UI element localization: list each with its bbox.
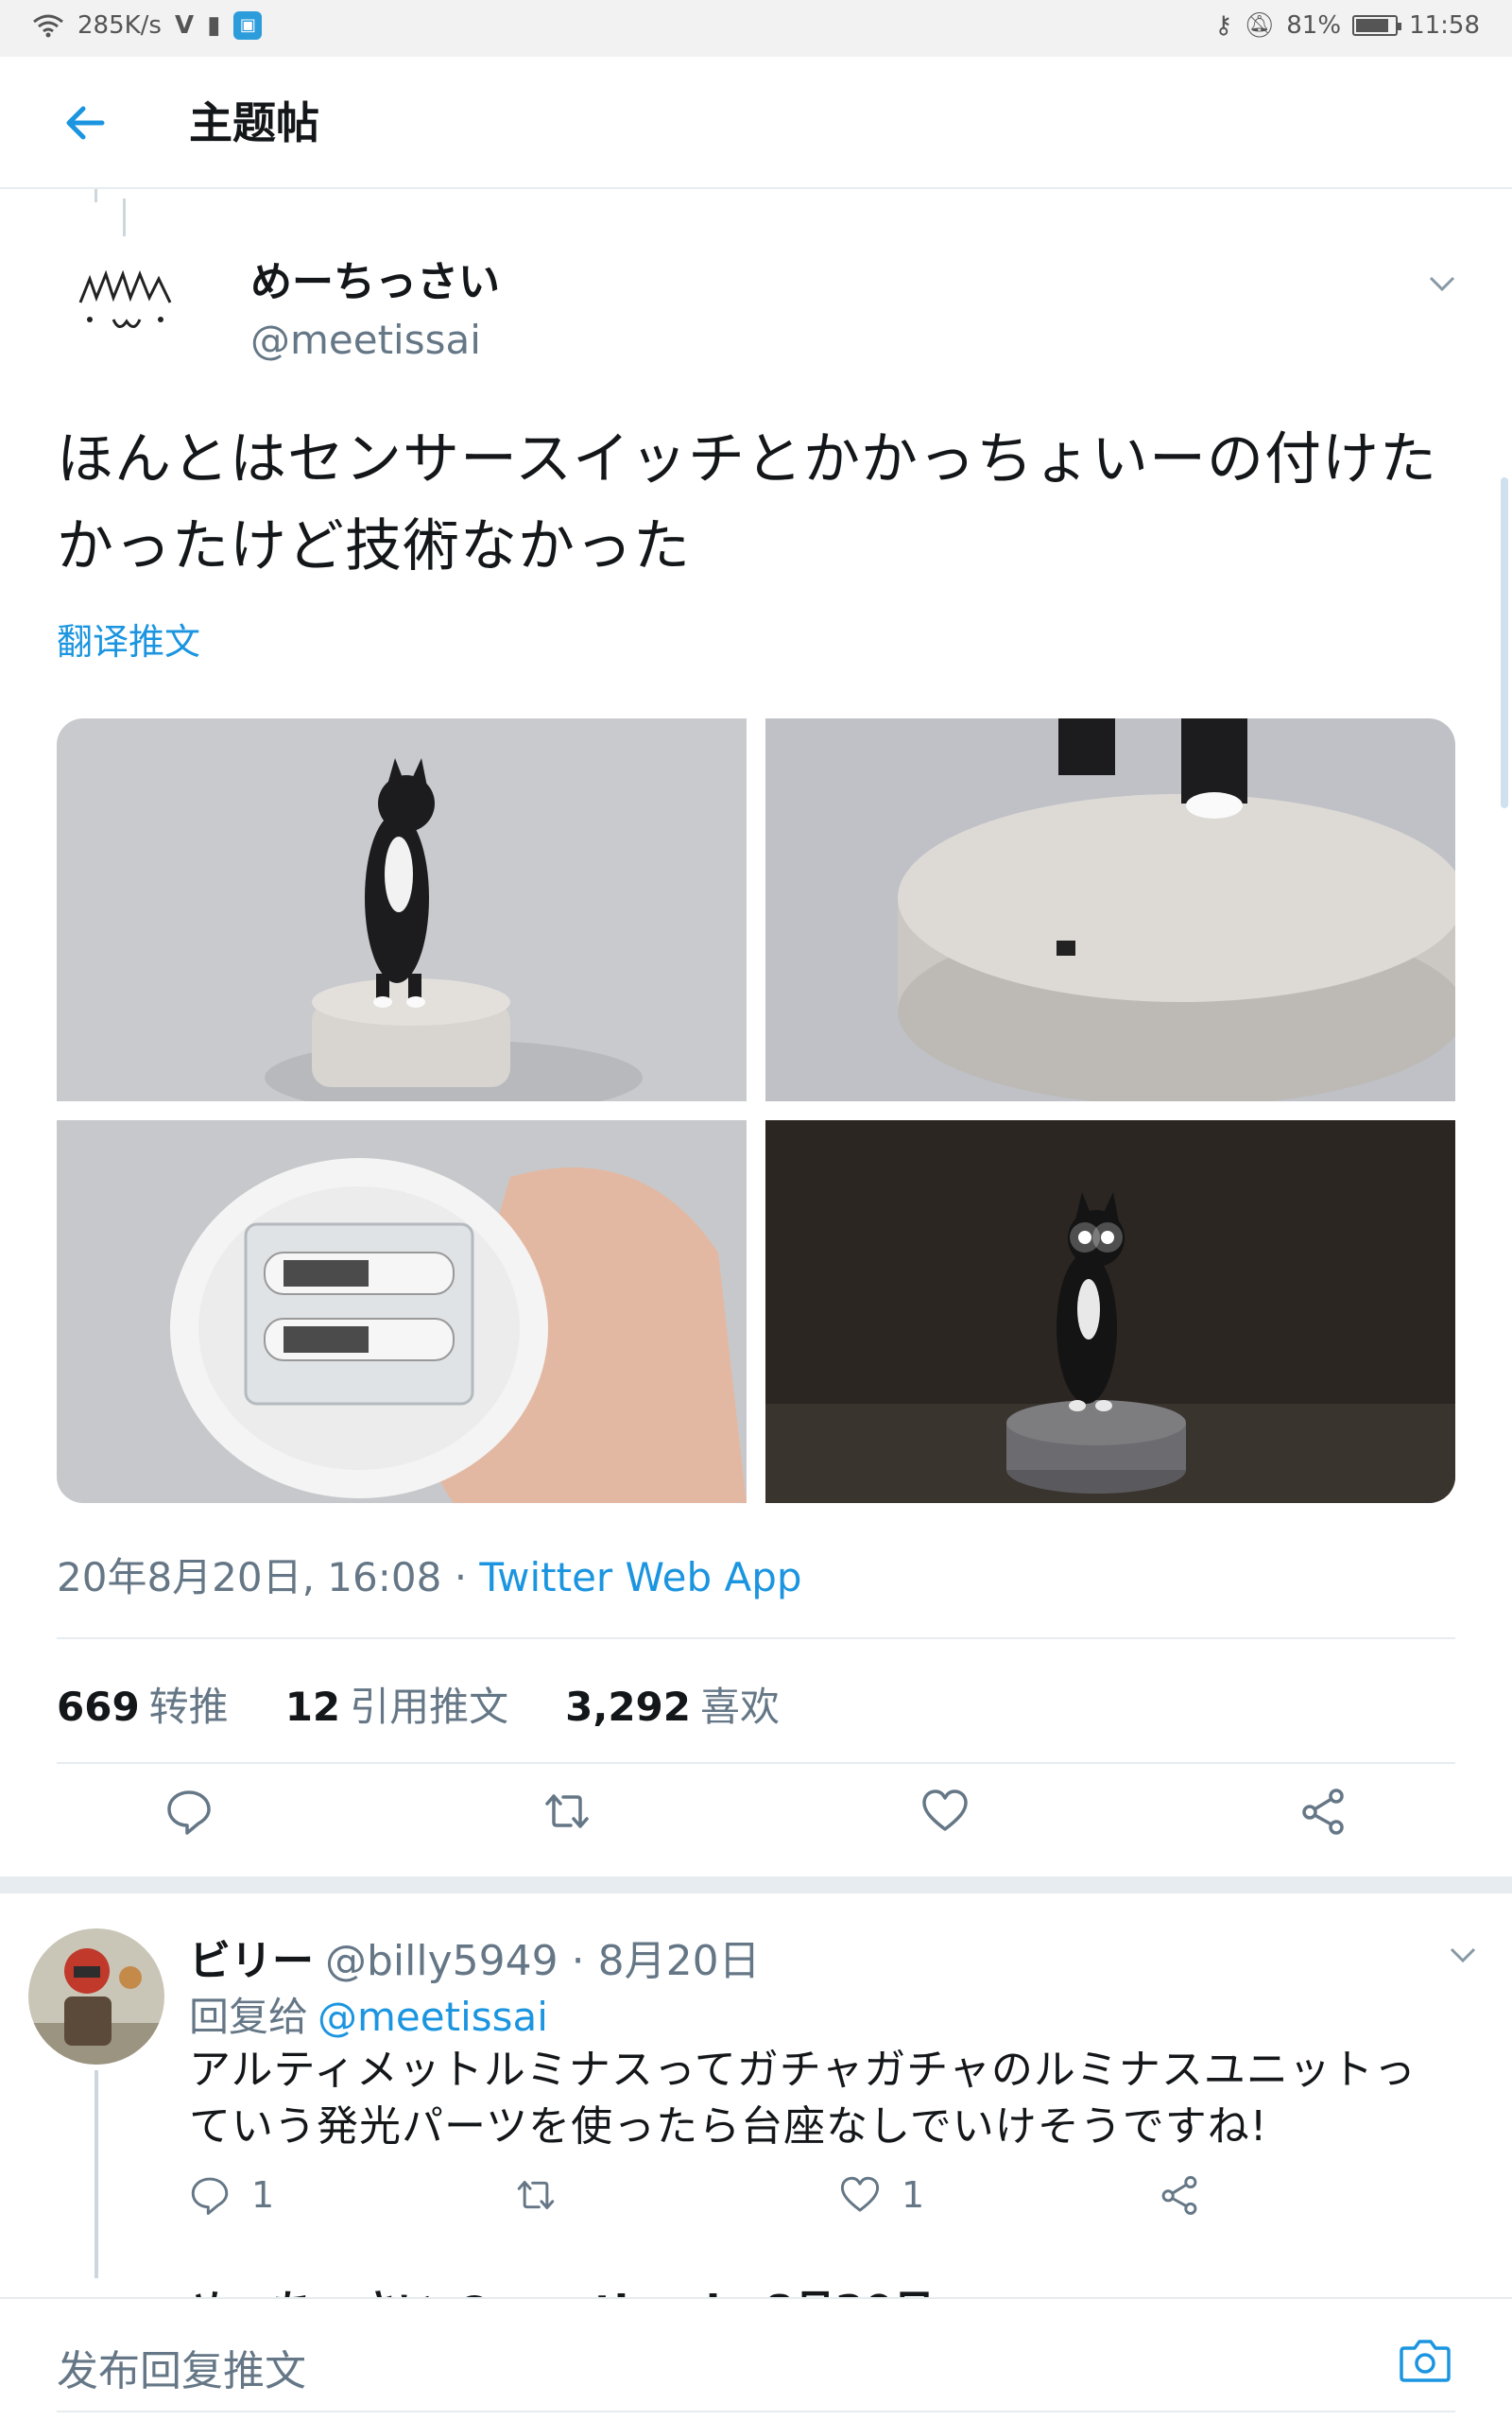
retweet-icon xyxy=(517,2180,555,2210)
replying-to-label: 回复给 xyxy=(189,1994,309,2040)
battery-percent: 81% xyxy=(1286,11,1342,40)
mention-link[interactable]: @meetissai xyxy=(318,1994,548,2040)
app-badge-icon: ▣ xyxy=(233,11,263,40)
reply-count: 1 xyxy=(251,2174,275,2216)
like-icon[interactable] xyxy=(920,1787,970,1836)
compose-underline xyxy=(57,2411,1455,2412)
reply-compose-input[interactable]: 发布回复推文 xyxy=(57,2337,306,2397)
media-grid xyxy=(57,718,1455,1503)
retweet-icon[interactable] xyxy=(542,1787,592,1836)
chevron-down-icon[interactable] xyxy=(1425,267,1459,301)
replying-to: 回复给 @meetissai xyxy=(189,1985,548,2043)
notification-icon: ▮ xyxy=(207,11,221,40)
photo-base-closeup[interactable] xyxy=(765,718,1455,1101)
camera-icon[interactable] xyxy=(1399,2337,1452,2384)
like-icon xyxy=(840,2176,880,2212)
reply-header: ビリー @billy5949 · 8月20日 xyxy=(189,1927,761,1987)
display-name[interactable]: めーちっさい xyxy=(250,248,500,308)
app-header: 主题帖 xyxy=(0,57,1512,189)
arrow-left-icon[interactable] xyxy=(57,95,113,151)
signal-icon: V xyxy=(174,11,195,40)
battery-icon xyxy=(1352,15,1402,36)
tweet-text: ほんとはセンサースイッチとかかっちょいーの付けたかったけど技術なかった xyxy=(57,426,1437,579)
translate-link[interactable]: 翻译推文 xyxy=(57,613,200,665)
wifi-icon xyxy=(33,14,63,38)
quote-stat[interactable]: 12 引用推文 xyxy=(285,1675,508,1733)
meta-separator: · xyxy=(441,1554,480,1600)
avatar[interactable] xyxy=(66,246,189,350)
reply-icon xyxy=(191,2177,229,2215)
reply-like-button[interactable]: 1 xyxy=(839,2174,924,2216)
thread-connector xyxy=(123,199,126,236)
thread-connector xyxy=(94,2070,98,2278)
like-stat[interactable]: 3,292 喜欢 xyxy=(565,1675,780,1733)
tweet-timestamp-line: 20年8月20日, 16:08 · Twitter Web App xyxy=(57,1546,802,1603)
compose-bar: 发布回复推文 xyxy=(0,2297,1512,2420)
net-speed: 285K/s xyxy=(77,11,162,40)
divider xyxy=(57,1762,1455,1764)
key-icon: ⚷ xyxy=(1214,11,1233,40)
reply-display-name[interactable]: ビリー xyxy=(189,1937,314,1985)
divider xyxy=(57,1637,1455,1639)
reply-avatar[interactable] xyxy=(28,1928,164,2065)
tweet-stats: 669 转推 12 引用推文 3,292 喜欢 xyxy=(57,1675,780,1733)
reply-reply-button[interactable]: 1 xyxy=(189,2174,274,2216)
page-title: 主题帖 xyxy=(189,97,319,148)
reply-share-button[interactable] xyxy=(1159,2174,1200,2216)
retweet-stat[interactable]: 669 转推 xyxy=(57,1675,229,1733)
user-handle[interactable]: @meetissai xyxy=(250,317,481,363)
tweet-timestamp[interactable]: 20年8月20日, 16:08 xyxy=(57,1554,441,1600)
scrollbar[interactable] xyxy=(1501,477,1508,808)
reply-action-bar: 1 1 xyxy=(189,2174,1418,2231)
section-separator xyxy=(0,1876,1512,1893)
share-icon xyxy=(1161,2175,1197,2215)
tweet-action-bar xyxy=(0,1787,1512,1853)
photo-battery-compartment[interactable] xyxy=(57,1120,747,1503)
tweet-source[interactable]: Twitter Web App xyxy=(479,1554,801,1600)
like-count: 1 xyxy=(902,2174,925,2216)
reply-icon[interactable] xyxy=(164,1787,214,1836)
reply-retweet-button[interactable] xyxy=(515,2174,557,2216)
clock: 11:58 xyxy=(1409,11,1480,40)
thread-connector xyxy=(94,189,97,202)
share-icon[interactable] xyxy=(1298,1787,1348,1836)
mute-icon: 🔕︎ xyxy=(1244,11,1276,40)
photo-glowing-cat[interactable] xyxy=(765,1120,1455,1503)
photo-cat-figure[interactable] xyxy=(57,718,747,1101)
reply-meta: @billy5949 · 8月20日 xyxy=(325,1937,761,1985)
status-bar: 285K/s V ▮ ▣ ⚷ 🔕︎ 81% 11:58 xyxy=(0,0,1512,57)
reply-text: アルティメットルミナスってガチャガチャのルミナスユニットっていう発光パーツを使っ… xyxy=(189,2046,1417,2151)
chevron-down-icon[interactable] xyxy=(1446,1938,1480,1972)
